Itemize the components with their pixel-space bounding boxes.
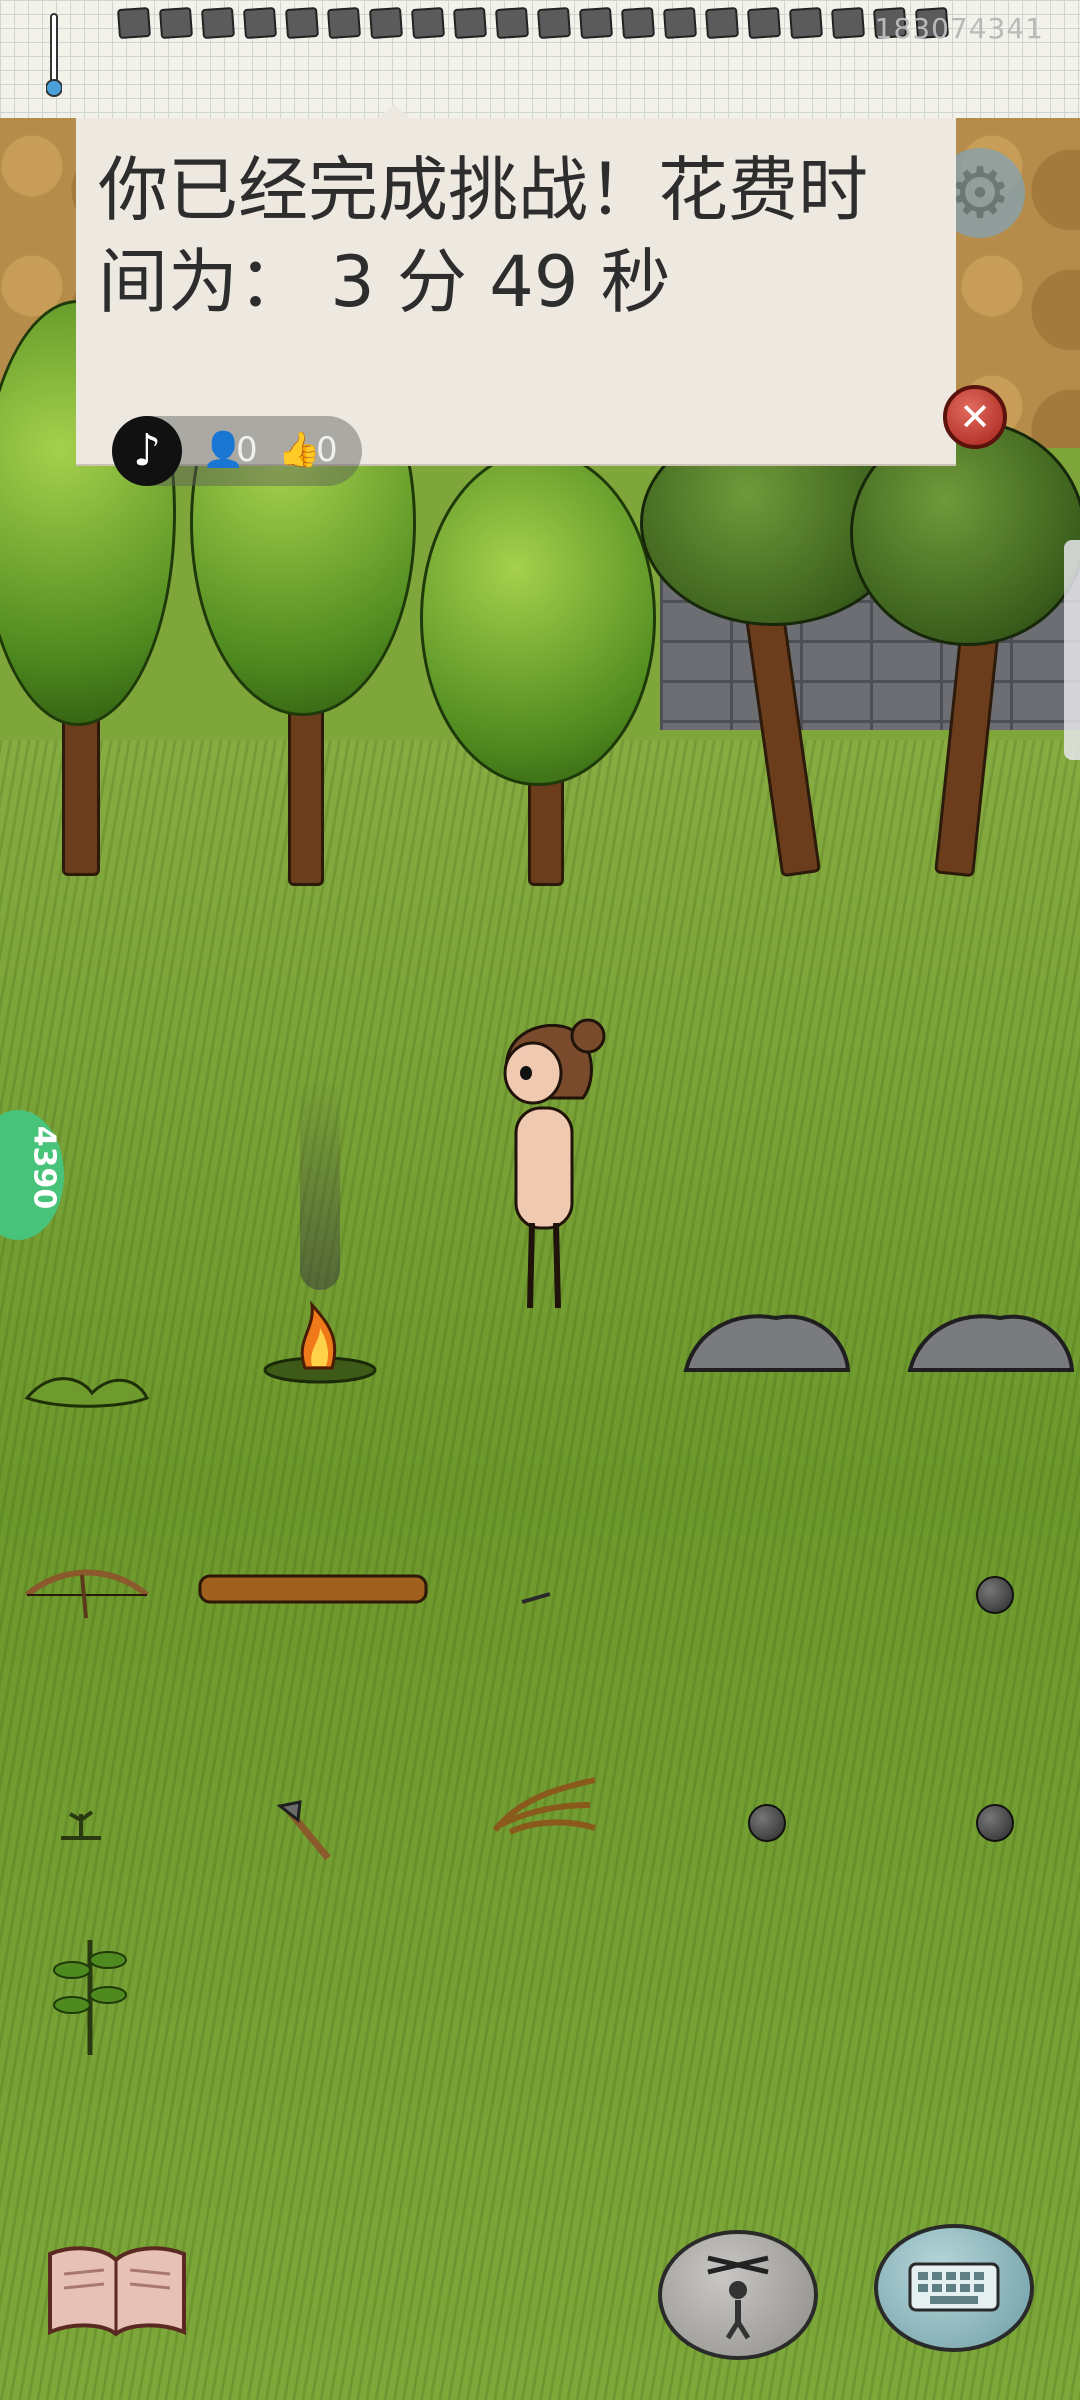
- challenge-complete-popup: 你已经完成挑战！花费时间为： 3 分 49 秒: [76, 104, 956, 464]
- hunger-slot: [200, 6, 236, 40]
- hunger-slot: [494, 6, 530, 40]
- stone-axe[interactable]: [276, 1800, 336, 1864]
- sapling-sprout[interactable]: [56, 1808, 106, 1842]
- status-strip: 183074341: [0, 0, 1080, 118]
- hunger-slot: [662, 6, 698, 40]
- dry-grass-pile[interactable]: [490, 1770, 600, 1840]
- tiktok-icon[interactable]: ♪: [112, 416, 182, 486]
- grass-field[interactable]: [0, 740, 1080, 2400]
- hunger-slot: [116, 6, 152, 40]
- wooden-log[interactable]: [198, 1572, 428, 1606]
- hunger-slot: [620, 6, 656, 40]
- journal-button[interactable]: [44, 2240, 190, 2340]
- hunger-slot: [788, 6, 824, 40]
- stone-1[interactable]: [976, 1576, 1014, 1614]
- bow[interactable]: [22, 1560, 152, 1620]
- puppet-icon: [707, 2255, 769, 2340]
- small-twig[interactable]: [520, 1588, 554, 1608]
- campfire-smoke: [300, 1080, 340, 1290]
- edge-panel-handle[interactable]: [1064, 540, 1080, 760]
- followers-count: 0: [236, 430, 258, 470]
- likes-count: 0: [316, 430, 338, 470]
- thumbs-up-icon: 👍: [278, 430, 321, 470]
- hunger-slot: [536, 6, 572, 40]
- hunger-slot: [326, 6, 362, 40]
- close-popup-button[interactable]: ✕: [943, 385, 1007, 449]
- hunger-bar: [116, 6, 950, 40]
- popup-pointer: [376, 104, 412, 120]
- stone-3[interactable]: [976, 1804, 1014, 1842]
- keyboard-button[interactable]: [874, 2224, 1034, 2352]
- boulder-2[interactable]: [900, 1300, 1080, 1380]
- boulder-1[interactable]: [676, 1300, 856, 1380]
- hunger-slot: [578, 6, 614, 40]
- hunger-slot: [704, 6, 740, 40]
- olive-tree-2[interactable]: [840, 420, 1080, 880]
- hunger-slot: [158, 6, 194, 40]
- hunger-slot: [746, 6, 782, 40]
- hunger-slot: [452, 6, 488, 40]
- leaves-pile[interactable]: [22, 1348, 152, 1418]
- social-overlay[interactable]: ♪ 👤 0 👍 0: [112, 416, 362, 486]
- hunger-slot: [368, 6, 404, 40]
- popup-message: 你已经完成挑战！花费时间为： 3 分 49 秒: [98, 149, 868, 323]
- stone-2[interactable]: [748, 1804, 786, 1842]
- keyboard-icon: [908, 2262, 1000, 2312]
- hunger-slot: [284, 6, 320, 40]
- thermometer-icon: [46, 13, 62, 97]
- user-id-watermark: 183074341: [874, 12, 1044, 45]
- campfire[interactable]: [260, 1270, 380, 1390]
- badge-text: 4390: [26, 1125, 62, 1210]
- hunger-slot: [242, 6, 278, 40]
- close-x-icon: ✕: [959, 395, 991, 439]
- hunger-slot: [410, 6, 446, 40]
- plant-sapling[interactable]: [50, 1930, 130, 2060]
- player-character[interactable]: [488, 1018, 608, 1318]
- hunger-slot: [830, 6, 866, 40]
- game-scene[interactable]: 183074341 ⚙ 你已经完成挑战！花费时间为： 3 分 49 秒 ✕ ♪ …: [0, 0, 1080, 2400]
- puppet-button[interactable]: [658, 2230, 818, 2360]
